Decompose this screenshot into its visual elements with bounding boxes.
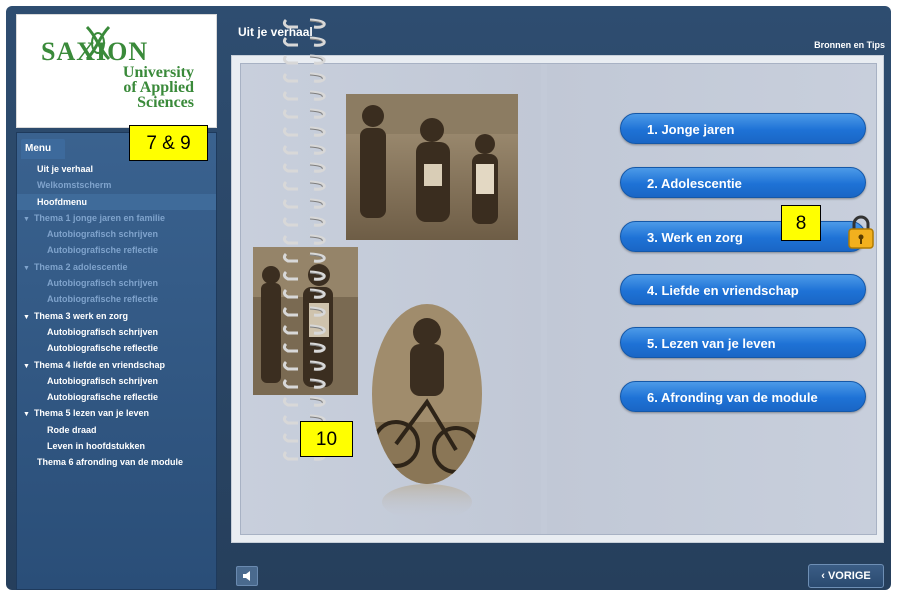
- lock-icon: [848, 215, 874, 249]
- sidebar-item-label: Thema 2 adolescentie: [33, 261, 128, 272]
- spiral-ring: [282, 72, 326, 83]
- annotation-note-7-9: 7 & 9: [129, 125, 208, 161]
- sidebar-item[interactable]: Autobiografische reflectie: [17, 242, 216, 258]
- sidebar-item[interactable]: Uit je verhaal: [17, 161, 216, 177]
- logo-line-2: of Applied: [123, 79, 194, 96]
- expand-triangle-icon: ▼: [23, 313, 30, 321]
- sidebar-item[interactable]: Rode draad: [17, 422, 216, 438]
- sidebar-item-label: Autobiografisch schrijven: [47, 326, 159, 337]
- expand-triangle-icon: ▼: [23, 215, 30, 223]
- sidebar-item-label: Uit je verhaal: [37, 164, 94, 174]
- sidebar-item[interactable]: Autobiografisch schrijven: [17, 373, 216, 389]
- spiral-ring: [282, 144, 326, 155]
- sidebar-item[interactable]: Thema 6 afronding van de module: [17, 454, 216, 470]
- spiral-ring: [282, 342, 326, 353]
- spiral-ring: [282, 126, 326, 137]
- menu-list: Uit je verhaal Welkomstscherm Hoofdmenu ▼ Th…: [17, 161, 216, 471]
- logo-name: SAXION: [41, 37, 149, 66]
- sidebar-item-label: Thema 6 afronding van de module: [37, 457, 184, 468]
- sidebar-item[interactable]: ▼ Thema 4 liefde en vriendschap: [17, 357, 216, 373]
- spiral-ring: [282, 252, 326, 263]
- sidebar-item-label: Autobiografische reflectie: [47, 245, 159, 256]
- vorige-label: VORIGE: [827, 570, 871, 582]
- spiral-ring: [282, 216, 326, 227]
- spiral-ring: [282, 108, 326, 119]
- sidebar-menu: Menu Uit je verhaal Welkomstscherm Hoofdme…: [16, 132, 217, 590]
- sidebar-item[interactable]: Hoofdmenu: [17, 193, 216, 210]
- expand-triangle-icon: ▼: [23, 362, 30, 370]
- sidebar-item-label: Autobiografisch schrijven: [47, 375, 159, 386]
- spiral-ring: [282, 306, 326, 317]
- sidebar-item[interactable]: ▼ Thema 3 werk en zorg: [17, 308, 216, 324]
- chapter-3-button[interactable]: 3. Werk en zorg: [620, 221, 866, 252]
- sidebar-item[interactable]: Autobiografisch schrijven: [17, 324, 216, 340]
- spiral-ring: [282, 360, 326, 371]
- chapter-1-button[interactable]: 1. Jonge jaren: [620, 113, 866, 144]
- sidebar-item-label: Thema 4 liefde en vriendschap: [33, 359, 165, 370]
- spiral-ring: [282, 396, 326, 407]
- vorige-button[interactable]: ‹ VORIGE: [808, 564, 884, 588]
- sidebar-item-label: Welkomstscherm: [37, 180, 112, 191]
- sidebar-item-label: Hoofdmenu: [37, 196, 87, 207]
- sidebar-item[interactable]: Autobiografische reflectie: [17, 340, 216, 356]
- spiral-ring: [282, 90, 326, 101]
- sidebar-item-label: Leven in hoofdstukken: [47, 441, 146, 452]
- spiral-ring: [282, 54, 326, 65]
- chevron-left-icon: ‹: [821, 570, 828, 582]
- sidebar-item[interactable]: ▼ Thema 5 lezen van je leven: [17, 405, 216, 421]
- sidebar-item[interactable]: ▼ Thema 1 jonge jaren en familie: [17, 210, 216, 226]
- spiral-ring: [282, 378, 326, 389]
- sidebar-item[interactable]: ▼ Thema 2 adolescentie: [17, 259, 216, 275]
- annotation-note-10: 10: [300, 421, 353, 457]
- spiral-ring: [282, 198, 326, 209]
- spiral-ring: [282, 36, 326, 47]
- sidebar-item[interactable]: Autobiografisch schrijven: [17, 275, 216, 291]
- photo-boy-bicycle: [372, 304, 482, 520]
- sidebar-item-label: Rode draad: [47, 424, 97, 435]
- spiral-ring: [282, 288, 326, 299]
- spiral-ring: [282, 234, 326, 245]
- sidebar-item-label: Autobiografisch schrijven: [47, 229, 159, 240]
- audio-button[interactable]: [236, 566, 258, 586]
- sidebar-item-label: Autobiografisch schrijven: [47, 278, 159, 289]
- spiral-ring: [282, 324, 326, 335]
- spiral-binding: [282, 18, 326, 461]
- chapter-5-button[interactable]: 5. Lezen van je leven: [620, 327, 866, 358]
- sidebar-item[interactable]: Autobiografische reflectie: [17, 389, 216, 405]
- spiral-ring: [282, 270, 326, 281]
- spiral-ring: [282, 180, 326, 191]
- saxion-logo: SAXION University of Applied Sciences: [16, 14, 217, 128]
- sidebar-item[interactable]: Autobiografisch schrijven: [17, 226, 216, 242]
- sidebar-item-label: Thema 1 jonge jaren en familie: [33, 212, 165, 223]
- annotation-note-8: 8: [781, 205, 821, 241]
- chapter-4-button[interactable]: 4. Liefde en vriendschap: [620, 274, 866, 305]
- sidebar-item-label: Autobiografische reflectie: [47, 294, 159, 305]
- photo-children-street: [346, 94, 518, 240]
- menu-tab[interactable]: Menu: [21, 139, 65, 159]
- speaker-icon: [243, 571, 250, 581]
- expand-triangle-icon: ▼: [23, 264, 30, 272]
- sidebar-item[interactable]: Leven in hoofdstukken: [17, 438, 216, 454]
- sidebar-item-label: Autobiografische reflectie: [47, 343, 159, 354]
- logo-line-3: Sciences: [137, 94, 194, 111]
- logo-line-1: University: [122, 64, 194, 81]
- sidebar-item-label: Autobiografische reflectie: [47, 392, 159, 403]
- sidebar-item-label: Thema 3 werk en zorg: [33, 310, 128, 321]
- sidebar-item-label: Thema 5 lezen van je leven: [33, 408, 149, 419]
- spiral-ring: [282, 162, 326, 173]
- spiral-ring: [282, 18, 326, 29]
- bronnen-en-tips-link[interactable]: Bronnen en Tips: [814, 40, 885, 50]
- sidebar-item[interactable]: Autobiografische reflectie: [17, 291, 216, 307]
- chapter-6-button[interactable]: 6. Afronding van de module: [620, 381, 866, 412]
- expand-triangle-icon: ▼: [23, 411, 30, 419]
- sidebar-item[interactable]: Welkomstscherm: [17, 177, 216, 193]
- chapter-2-button[interactable]: 2. Adolescentie: [620, 167, 866, 198]
